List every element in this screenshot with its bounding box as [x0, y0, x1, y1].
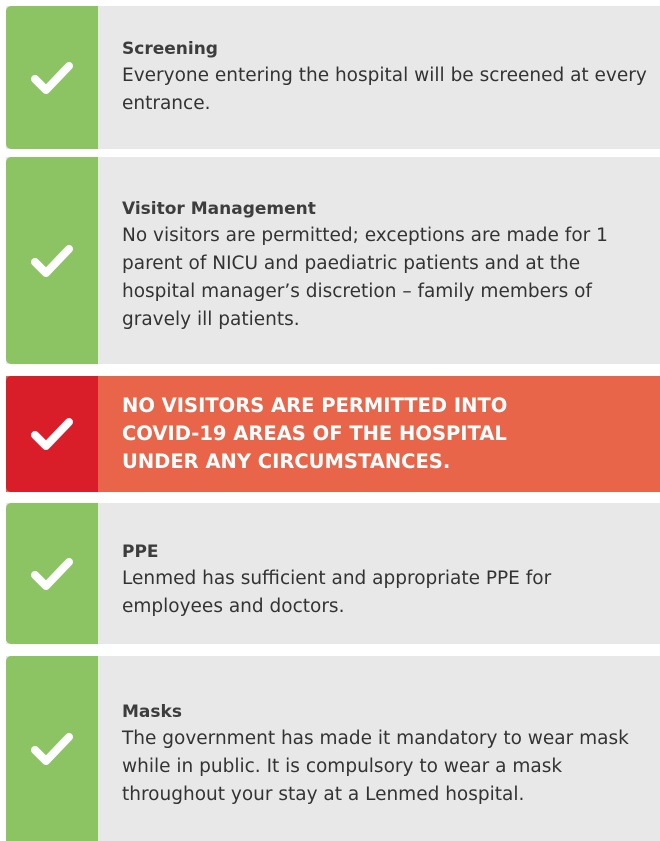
card-text: Lenmed has sufficient and appropriate PP… [122, 568, 552, 617]
card-check-strip [6, 503, 98, 644]
card-text: No visitors are permitted; exceptions ar… [122, 225, 608, 330]
visitor-management-card: Visitor Management No visitors are permi… [6, 157, 660, 364]
card-title: Visitor Management [122, 199, 316, 219]
ppe-card: PPE Lenmed has sufficient and appropriat… [6, 503, 660, 644]
card-body: Masks The government has made it mandato… [98, 656, 660, 841]
screening-card: Screening Everyone entering the hospital… [6, 6, 660, 149]
no-visitors-covid-alert: NO VISITORS ARE PERMITTED INTO COVID-19 … [6, 376, 660, 492]
card-title: Masks [122, 702, 182, 722]
card-text: Everyone entering the hospital will be s… [122, 65, 647, 114]
checkmark-icon [31, 557, 73, 590]
masks-card: Masks The government has made it mandato… [6, 656, 660, 841]
checkmark-icon [31, 418, 73, 450]
card-body: PPE Lenmed has sufficient and appropriat… [98, 503, 660, 644]
checkmark-icon [31, 244, 73, 277]
checkmark-icon [31, 61, 73, 94]
alert-body: NO VISITORS ARE PERMITTED INTO COVID-19 … [98, 376, 660, 492]
checkmark-icon [31, 732, 73, 765]
alert-check-strip [6, 376, 98, 492]
card-title: Screening [122, 39, 218, 59]
card-check-strip [6, 656, 98, 841]
card-title: PPE [122, 542, 159, 562]
card-text: The government has made it mandatory to … [122, 728, 629, 805]
card-body: Visitor Management No visitors are permi… [98, 157, 660, 364]
card-check-strip [6, 157, 98, 364]
card-check-strip [6, 6, 98, 149]
card-body: Screening Everyone entering the hospital… [98, 6, 660, 149]
alert-text: NO VISITORS ARE PERMITTED INTO COVID-19 … [122, 394, 508, 473]
